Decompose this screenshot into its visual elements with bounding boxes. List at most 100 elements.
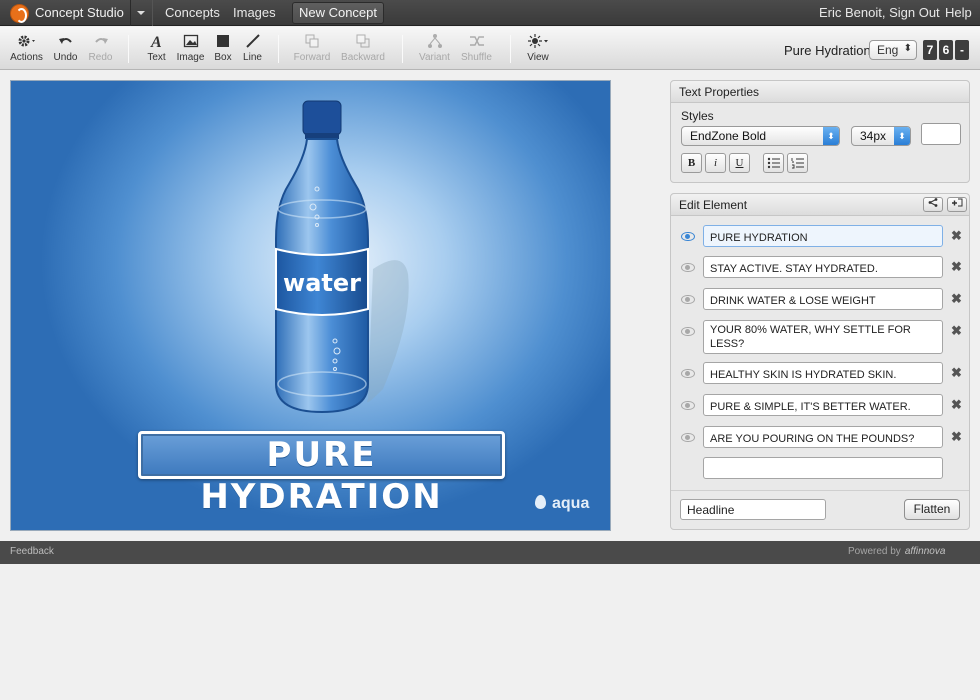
edit-element-panel: Edit Element PURE HYDRATION ✖ STAY ACTIV… bbox=[670, 193, 970, 530]
app-menu-dropdown-button[interactable] bbox=[130, 0, 150, 26]
view-menu-button[interactable]: View bbox=[524, 33, 552, 63]
variant-icon bbox=[427, 34, 442, 48]
user-sign-out-link[interactable]: Eric Benoit, Sign Out bbox=[819, 5, 940, 20]
element-type-input[interactable]: Headline bbox=[680, 499, 826, 520]
headline-option-input[interactable]: PURE & SIMPLE, IT'S BETTER WATER. bbox=[703, 394, 943, 416]
headline-text-element[interactable]: PURE HYDRATION bbox=[138, 431, 505, 517]
eye-visibility-icon[interactable] bbox=[681, 263, 695, 272]
nav-link-images[interactable]: Images bbox=[233, 5, 276, 20]
font-size-select[interactable]: 34px ⬍ bbox=[851, 126, 911, 146]
undo-icon bbox=[58, 38, 72, 44]
counter-digit: - bbox=[955, 40, 969, 60]
counter-digit: 7 bbox=[923, 40, 937, 60]
powered-by-text: Powered by affinnova bbox=[848, 546, 945, 557]
nav-link-concepts[interactable]: Concepts bbox=[165, 5, 220, 20]
styles-label: Styles bbox=[681, 109, 714, 123]
box-tool-button[interactable]: Box bbox=[212, 33, 234, 63]
actions-menu-button[interactable]: Actions bbox=[9, 33, 44, 63]
headline-option-input[interactable]: STAY ACTIVE. STAY HYDRATED. bbox=[703, 256, 943, 278]
variant-button[interactable]: Variant bbox=[417, 33, 452, 63]
bring-forward-icon bbox=[305, 34, 319, 48]
flatten-button[interactable]: Flatten bbox=[904, 499, 960, 520]
bold-button[interactable]: B bbox=[681, 153, 702, 173]
eye-visibility-icon[interactable] bbox=[681, 369, 695, 378]
text-tool-button[interactable]: A Text bbox=[144, 33, 169, 63]
edit-element-header: Edit Element bbox=[671, 194, 969, 216]
headline-option-input[interactable]: YOUR 80% WATER, WHY SETTLE FOR LESS? bbox=[703, 320, 943, 354]
undo-button[interactable]: Undo bbox=[52, 33, 79, 63]
headline-option-input[interactable]: HEALTHY SKIN IS HYDRATED SKIN. bbox=[703, 362, 943, 384]
view-sun-icon bbox=[528, 34, 548, 48]
text-properties-panel: Text Properties Styles EndZone Bold ⬍ 34… bbox=[670, 80, 970, 183]
numbered-list-button[interactable] bbox=[787, 153, 808, 173]
concept-studio-logo-icon bbox=[10, 4, 29, 23]
delete-option-icon[interactable]: ✖ bbox=[951, 259, 962, 275]
concept-name-label: Pure Hydration bbox=[784, 43, 871, 58]
nav-divider bbox=[152, 0, 153, 26]
toolbar-divider bbox=[510, 35, 511, 63]
redo-icon bbox=[94, 38, 108, 44]
bring-forward-button[interactable]: Forward bbox=[292, 33, 332, 63]
bullet-list-button[interactable] bbox=[763, 153, 784, 173]
toolbar-divider bbox=[402, 35, 403, 63]
underline-button[interactable]: U bbox=[729, 153, 750, 173]
bring-forward-label: Forward bbox=[293, 52, 331, 63]
delete-option-icon[interactable]: ✖ bbox=[951, 365, 962, 381]
top-navigation-bar: Concept Studio Concepts Images New Conce… bbox=[0, 0, 980, 26]
panel-divider bbox=[671, 490, 969, 491]
eye-visibility-icon[interactable] bbox=[681, 401, 695, 410]
bottle-label-text: water bbox=[283, 269, 361, 297]
eye-visibility-icon[interactable] bbox=[681, 295, 695, 304]
brand-name: aqua bbox=[552, 495, 590, 512]
headline-option-input[interactable]: DRINK WATER & LOSE WEIGHT bbox=[703, 288, 943, 310]
footer-bar: Feedback Powered by affinnova bbox=[0, 541, 980, 564]
image-tool-button[interactable]: Image bbox=[175, 33, 206, 63]
new-option-input[interactable] bbox=[703, 457, 943, 479]
add-element-button[interactable] bbox=[947, 197, 967, 212]
select-arrows-icon: ⬍ bbox=[823, 127, 839, 145]
select-arrows-icon: ⬍ bbox=[894, 127, 910, 145]
text-tool-label: Text bbox=[147, 52, 166, 63]
eye-visibility-icon[interactable] bbox=[681, 232, 695, 241]
delete-option-icon[interactable]: ✖ bbox=[951, 228, 962, 244]
shuffle-label: Shuffle bbox=[461, 52, 492, 63]
concept-canvas[interactable]: water PURE HYDRATION aqua bbox=[10, 80, 611, 531]
headline-option-input[interactable]: ARE YOU POURING ON THE POUNDS? bbox=[703, 426, 943, 448]
toolbar-divider bbox=[128, 35, 129, 63]
send-backward-icon bbox=[356, 34, 370, 48]
delete-option-icon[interactable]: ✖ bbox=[951, 429, 962, 445]
language-select[interactable]: Eng bbox=[869, 40, 917, 60]
water-bottle-image[interactable]: water bbox=[273, 99, 443, 419]
box-tool-label: Box bbox=[214, 52, 232, 63]
italic-button[interactable]: i bbox=[705, 153, 726, 173]
brand-logo: aqua bbox=[535, 495, 589, 513]
send-backward-label: Backward bbox=[341, 52, 385, 63]
shuffle-icon bbox=[469, 36, 484, 46]
add-layer-icon bbox=[952, 198, 963, 207]
undo-label: Undo bbox=[53, 52, 78, 63]
powered-by-label: Powered by bbox=[848, 546, 901, 557]
headline-option-input[interactable]: PURE HYDRATION bbox=[703, 225, 943, 247]
send-backward-button[interactable]: Backward bbox=[340, 33, 386, 63]
eye-visibility-icon[interactable] bbox=[681, 433, 695, 442]
eye-visibility-icon[interactable] bbox=[681, 327, 695, 336]
shuffle-button[interactable]: Shuffle bbox=[459, 33, 494, 63]
variant-label: Variant bbox=[419, 52, 450, 63]
font-family-select[interactable]: EndZone Bold ⬍ bbox=[681, 126, 840, 146]
font-family-value: EndZone Bold bbox=[690, 129, 767, 143]
text-color-swatch[interactable] bbox=[921, 123, 961, 145]
help-link[interactable]: Help bbox=[945, 5, 972, 20]
feedback-link[interactable]: Feedback bbox=[10, 546, 54, 557]
delete-option-icon[interactable]: ✖ bbox=[951, 291, 962, 307]
line-tool-button[interactable]: Line bbox=[241, 33, 264, 63]
affinnova-logo: affinnova bbox=[904, 546, 946, 557]
view-label: View bbox=[527, 52, 549, 63]
counter-digit: 6 bbox=[939, 40, 953, 60]
delete-option-icon[interactable]: ✖ bbox=[951, 323, 962, 339]
share-button[interactable] bbox=[923, 197, 943, 212]
new-concept-button[interactable]: New Concept bbox=[292, 2, 384, 24]
delete-option-icon[interactable]: ✖ bbox=[951, 397, 962, 413]
text-tool-icon: A bbox=[150, 34, 162, 49]
redo-button[interactable]: Redo bbox=[87, 33, 114, 63]
bullet-list-icon bbox=[767, 157, 780, 169]
